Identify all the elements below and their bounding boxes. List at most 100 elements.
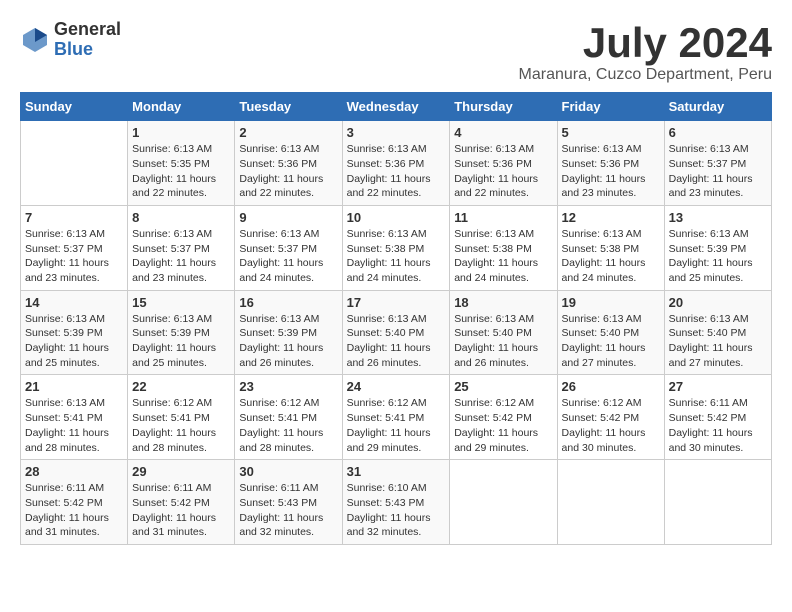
month-title: July 2024: [519, 20, 772, 66]
day-info: Sunrise: 6:12 AMSunset: 5:42 PMDaylight:…: [454, 396, 552, 455]
calendar-header: SundayMondayTuesdayWednesdayThursdayFrid…: [21, 93, 772, 121]
day-cell: 2 Sunrise: 6:13 AMSunset: 5:36 PMDaylight…: [235, 121, 342, 206]
day-info: Sunrise: 6:13 AMSunset: 5:40 PMDaylight:…: [562, 312, 660, 371]
day-number: 12: [562, 210, 660, 225]
day-cell: 8Sunrise: 6:13 AMSunset: 5:37 PMDaylight…: [128, 205, 235, 290]
header-cell-saturday: Saturday: [664, 93, 771, 121]
day-number: 16: [239, 295, 337, 310]
day-info: Sunrise: 6:13 AMSunset: 5:40 PMDaylight:…: [669, 312, 767, 371]
day-info: Sunrise: 6:13 AMSunset: 5:36 PMDaylight:…: [239, 142, 337, 201]
title-area: July 2024 Maranura, Cuzco Department, Pe…: [519, 20, 772, 84]
location-title: Maranura, Cuzco Department, Peru: [519, 66, 772, 84]
day-cell: 10Sunrise: 6:13 AMSunset: 5:38 PMDayligh…: [342, 205, 450, 290]
day-info: Sunrise: 6:13 AMSunset: 5:37 PMDaylight:…: [669, 142, 767, 201]
day-info: Sunrise: 6:10 AMSunset: 5:43 PMDaylight:…: [347, 481, 446, 540]
header-cell-monday: Monday: [128, 93, 235, 121]
day-number: 1: [132, 125, 230, 140]
logo-blue: Blue: [54, 40, 121, 60]
day-number: 15: [132, 295, 230, 310]
day-info: Sunrise: 6:11 AMSunset: 5:42 PMDaylight:…: [669, 396, 767, 455]
day-cell: 24 Sunrise: 6:12 AMSunset: 5:41 PMDayligh…: [342, 375, 450, 460]
day-info: Sunrise: 6:13 AMSunset: 5:41 PMDaylight:…: [25, 396, 123, 455]
week-row-3: 14 Sunrise: 6:13 AMSunset: 5:39 PMDayligh…: [21, 290, 772, 375]
day-number: 17: [347, 295, 446, 310]
day-cell: 19 Sunrise: 6:13 AMSunset: 5:40 PMDayligh…: [557, 290, 664, 375]
day-cell: 22Sunrise: 6:12 AMSunset: 5:41 PMDayligh…: [128, 375, 235, 460]
day-info: Sunrise: 6:12 AMSunset: 5:42 PMDaylight:…: [562, 396, 660, 455]
day-cell: 20 Sunrise: 6:13 AMSunset: 5:40 PMDayligh…: [664, 290, 771, 375]
day-number: 9: [239, 210, 337, 225]
day-number: 20: [669, 295, 767, 310]
week-row-1: 1 Sunrise: 6:13 AMSunset: 5:35 PMDaylight…: [21, 121, 772, 206]
day-number: 11: [454, 210, 552, 225]
day-cell: [21, 121, 128, 206]
week-row-5: 28 Sunrise: 6:11 AMSunset: 5:42 PMDayligh…: [21, 460, 772, 545]
day-cell: 30Sunrise: 6:11 AMSunset: 5:43 PMDayligh…: [235, 460, 342, 545]
day-info: Sunrise: 6:13 AMSunset: 5:39 PMDaylight:…: [132, 312, 230, 371]
day-cell: 18Sunrise: 6:13 AMSunset: 5:40 PMDayligh…: [450, 290, 557, 375]
day-info: Sunrise: 6:13 AMSunset: 5:38 PMDaylight:…: [454, 227, 552, 286]
day-cell: 13 Sunrise: 6:13 AMSunset: 5:39 PMDayligh…: [664, 205, 771, 290]
day-number: 13: [669, 210, 767, 225]
day-cell: 15 Sunrise: 6:13 AMSunset: 5:39 PMDayligh…: [128, 290, 235, 375]
day-info: Sunrise: 6:12 AMSunset: 5:41 PMDaylight:…: [347, 396, 446, 455]
day-info: Sunrise: 6:13 AMSunset: 5:40 PMDaylight:…: [347, 312, 446, 371]
day-number: 26: [562, 379, 660, 394]
logo-general: General: [54, 20, 121, 40]
day-cell: 29Sunrise: 6:11 AMSunset: 5:42 PMDayligh…: [128, 460, 235, 545]
day-cell: [557, 460, 664, 545]
day-info: Sunrise: 6:11 AMSunset: 5:42 PMDaylight:…: [25, 481, 123, 540]
header-cell-sunday: Sunday: [21, 93, 128, 121]
day-info: Sunrise: 6:13 AMSunset: 5:39 PMDaylight:…: [25, 312, 123, 371]
logo-text: General Blue: [54, 20, 121, 60]
day-info: Sunrise: 6:13 AMSunset: 5:37 PMDaylight:…: [25, 227, 123, 286]
day-cell: 3Sunrise: 6:13 AMSunset: 5:36 PMDaylight…: [342, 121, 450, 206]
week-row-2: 7 Sunrise: 6:13 AMSunset: 5:37 PMDaylight…: [21, 205, 772, 290]
day-number: 25: [454, 379, 552, 394]
day-info: Sunrise: 6:12 AMSunset: 5:41 PMDaylight:…: [239, 396, 337, 455]
day-cell: 14 Sunrise: 6:13 AMSunset: 5:39 PMDayligh…: [21, 290, 128, 375]
day-info: Sunrise: 6:13 AMSunset: 5:39 PMDaylight:…: [669, 227, 767, 286]
day-number: 30: [239, 464, 337, 479]
day-number: 5: [562, 125, 660, 140]
day-number: 29: [132, 464, 230, 479]
day-cell: 23Sunrise: 6:12 AMSunset: 5:41 PMDayligh…: [235, 375, 342, 460]
day-cell: 25 Sunrise: 6:12 AMSunset: 5:42 PMDayligh…: [450, 375, 557, 460]
day-cell: 17 Sunrise: 6:13 AMSunset: 5:40 PMDayligh…: [342, 290, 450, 375]
day-info: Sunrise: 6:13 AMSunset: 5:38 PMDaylight:…: [347, 227, 446, 286]
logo-icon: [20, 25, 50, 55]
day-cell: 4 Sunrise: 6:13 AMSunset: 5:36 PMDaylight…: [450, 121, 557, 206]
day-number: 21: [25, 379, 123, 394]
day-info: Sunrise: 6:13 AMSunset: 5:35 PMDaylight:…: [132, 142, 230, 201]
day-number: 2: [239, 125, 337, 140]
day-cell: 16 Sunrise: 6:13 AMSunset: 5:39 PMDayligh…: [235, 290, 342, 375]
day-cell: 31 Sunrise: 6:10 AMSunset: 5:43 PMDayligh…: [342, 460, 450, 545]
day-number: 19: [562, 295, 660, 310]
day-info: Sunrise: 6:13 AMSunset: 5:36 PMDaylight:…: [454, 142, 552, 201]
day-info: Sunrise: 6:13 AMSunset: 5:40 PMDaylight:…: [454, 312, 552, 371]
day-number: 14: [25, 295, 123, 310]
day-cell: 11 Sunrise: 6:13 AMSunset: 5:38 PMDayligh…: [450, 205, 557, 290]
day-cell: 7 Sunrise: 6:13 AMSunset: 5:37 PMDaylight…: [21, 205, 128, 290]
day-number: 7: [25, 210, 123, 225]
day-number: 31: [347, 464, 446, 479]
day-info: Sunrise: 6:13 AMSunset: 5:39 PMDaylight:…: [239, 312, 337, 371]
day-number: 8: [132, 210, 230, 225]
header: General Blue July 2024 Maranura, Cuzco D…: [20, 20, 772, 84]
day-cell: [664, 460, 771, 545]
calendar-body: 1 Sunrise: 6:13 AMSunset: 5:35 PMDaylight…: [21, 121, 772, 545]
day-number: 24: [347, 379, 446, 394]
day-info: Sunrise: 6:13 AMSunset: 5:38 PMDaylight:…: [562, 227, 660, 286]
day-number: 28: [25, 464, 123, 479]
day-number: 6: [669, 125, 767, 140]
day-number: 4: [454, 125, 552, 140]
day-number: 22: [132, 379, 230, 394]
week-row-4: 21 Sunrise: 6:13 AMSunset: 5:41 PMDayligh…: [21, 375, 772, 460]
day-cell: 9 Sunrise: 6:13 AMSunset: 5:37 PMDaylight…: [235, 205, 342, 290]
day-cell: [450, 460, 557, 545]
day-info: Sunrise: 6:13 AMSunset: 5:37 PMDaylight:…: [239, 227, 337, 286]
day-info: Sunrise: 6:13 AMSunset: 5:36 PMDaylight:…: [347, 142, 446, 201]
calendar-table: SundayMondayTuesdayWednesdayThursdayFrid…: [20, 92, 772, 545]
day-info: Sunrise: 6:13 AMSunset: 5:36 PMDaylight:…: [562, 142, 660, 201]
header-cell-thursday: Thursday: [450, 93, 557, 121]
